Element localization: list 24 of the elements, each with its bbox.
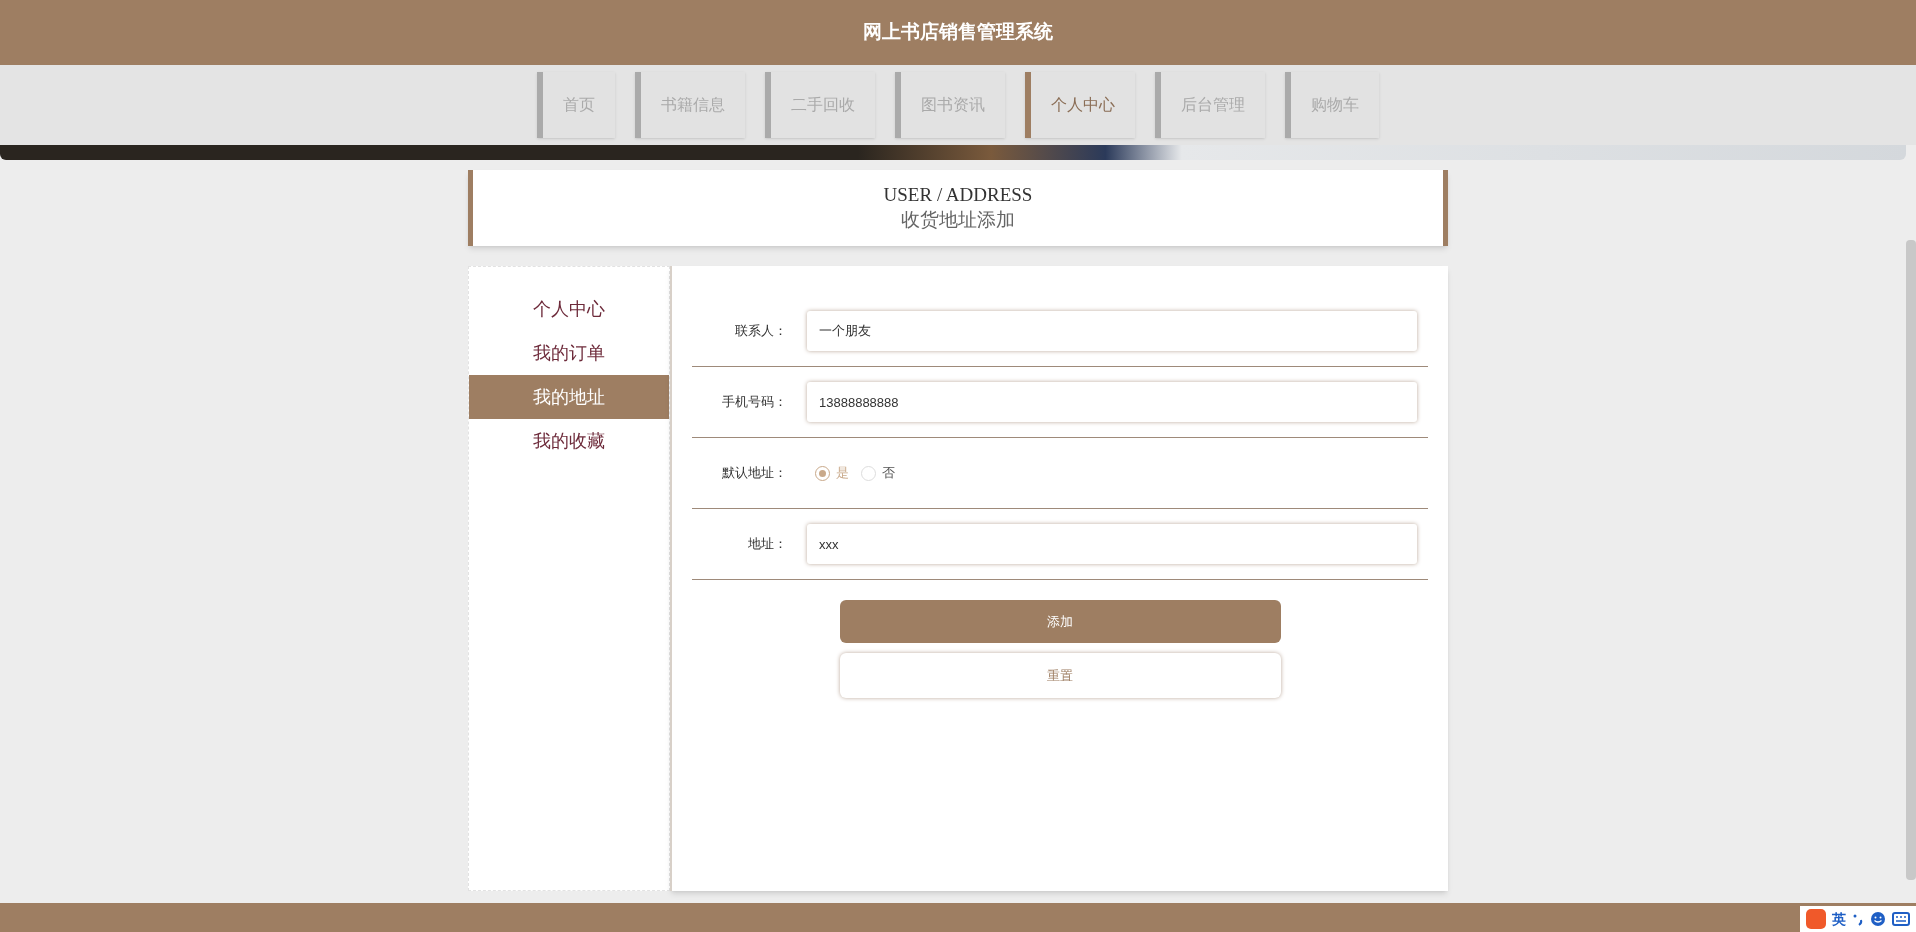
input-field[interactable]: 一个朋友	[807, 311, 1417, 351]
ime-mode: 英	[1832, 909, 1846, 929]
nav-tab[interactable]: 个人中心	[1025, 72, 1135, 138]
sidebar-item[interactable]: 我的地址	[469, 375, 669, 419]
add-button[interactable]: 添加	[839, 600, 1281, 643]
keyboard-icon	[1892, 912, 1910, 926]
field-label: 手机号码：	[721, 393, 788, 412]
radio-label: 是	[836, 464, 849, 483]
field-label: 默认地址：	[721, 464, 788, 483]
page-title-english: USER / ADDRESS	[883, 183, 1033, 207]
radio-label: 否	[882, 464, 895, 483]
page-title-chinese: 收货地址添加	[901, 208, 1015, 232]
field-label: 联系人：	[734, 322, 788, 341]
reset-button[interactable]: 重置	[839, 653, 1281, 698]
sidebar-item[interactable]: 我的订单	[469, 331, 669, 375]
field-label: 地址：	[747, 535, 788, 554]
sidebar-item[interactable]: 个人中心	[469, 287, 669, 331]
sidebar-item[interactable]: 我的收藏	[469, 419, 669, 463]
ime-logo-icon	[1806, 909, 1826, 929]
smiley-icon	[1870, 911, 1886, 927]
input-field[interactable]: 13888888888	[807, 382, 1417, 422]
punctuation-icon	[1852, 912, 1864, 926]
input-field[interactable]: xxx	[807, 524, 1417, 564]
site-title: 网上书店销售管理系统	[863, 20, 1053, 45]
